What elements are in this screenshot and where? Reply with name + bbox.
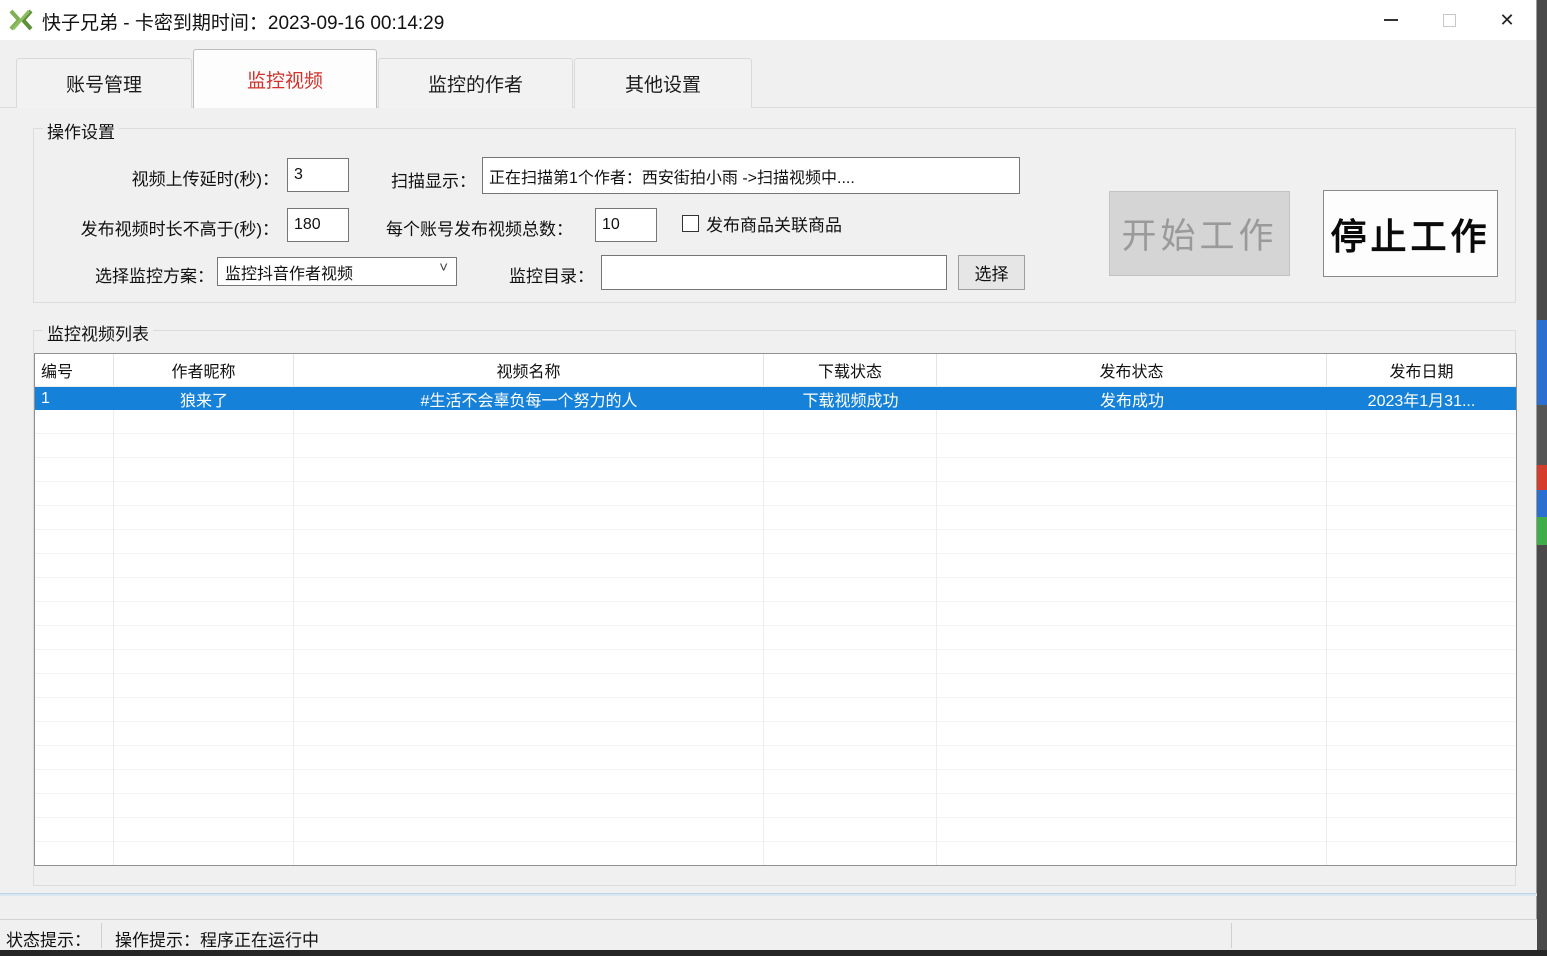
column-header-video-name[interactable]: 视频名称 [294, 354, 764, 386]
monitor-plan-selected: 监控抖音作者视频 [225, 260, 353, 284]
per-account-total-label: 每个账号发布视频总数： [386, 215, 573, 240]
grid-column [937, 410, 1327, 865]
cell-publish-date: 2023年1月31... [1327, 387, 1516, 410]
maximize-icon [1443, 14, 1456, 27]
grid-column [764, 410, 937, 865]
window-title: 快子兄弟 - 卡密到期时间：2023-09-16 00:14:29 [42, 8, 444, 35]
chevron-down-icon: ˅ [439, 259, 448, 276]
video-list-groupbox: 监控视频列表 编号 作者昵称 视频名称 下载状态 发布状态 发布日期 1 狼来了… [33, 330, 1516, 886]
grid-column [35, 410, 114, 865]
desktop-icon-sliver [1537, 517, 1547, 545]
link-product-checkbox-row[interactable]: 发布商品关联商品 [682, 211, 842, 236]
lower-divider [0, 893, 1537, 896]
checkbox-icon[interactable] [682, 215, 699, 232]
close-button[interactable]: ✕ [1478, 0, 1536, 40]
table-row[interactable]: 1 狼来了 #生活不会辜负每一个努力的人 下载视频成功 发布成功 2023年1月… [35, 387, 1516, 410]
upload-delay-input[interactable] [287, 158, 349, 192]
app-window: 快子兄弟 - 卡密到期时间：2023-09-16 00:14:29 ✕ 账号管理… [0, 0, 1537, 950]
status-hint-label: 状态提示： [6, 926, 91, 951]
minimize-icon [1384, 19, 1398, 21]
operation-hint-text: 操作提示：程序正在运行中 [115, 926, 319, 951]
max-duration-label: 发布视频时长不高于(秒)： [34, 215, 279, 240]
minimize-button[interactable] [1362, 0, 1420, 40]
monitor-dir-label: 监控目录： [509, 262, 594, 287]
cell-download-status: 下载视频成功 [764, 387, 937, 410]
stop-work-button[interactable]: 停止工作 [1323, 190, 1498, 277]
column-header-publish-date[interactable]: 发布日期 [1327, 354, 1516, 386]
grid-column [294, 410, 764, 865]
cell-id: 1 [35, 387, 114, 410]
desktop-icon-sliver [1537, 405, 1547, 465]
table-empty-area [35, 410, 1516, 865]
monitor-plan-select[interactable]: 监控抖音作者视频 ˅ [217, 257, 457, 286]
cell-publish-status: 发布成功 [937, 387, 1327, 410]
statusbar-divider [1231, 923, 1232, 948]
tab-monitor-video[interactable]: 监控视频 [193, 49, 377, 108]
column-header-author[interactable]: 作者昵称 [114, 354, 294, 386]
maximize-button[interactable] [1420, 0, 1478, 40]
desktop-icon-sliver [1537, 465, 1547, 490]
app-icon [9, 8, 33, 32]
desktop-edge-right [1537, 0, 1547, 950]
column-header-publish-status[interactable]: 发布状态 [937, 354, 1327, 386]
cell-author: 狼来了 [114, 387, 294, 410]
link-product-label: 发布商品关联商品 [706, 211, 842, 236]
desktop-icon-sliver [1537, 490, 1547, 517]
choose-dir-button[interactable]: 选择 [958, 255, 1025, 290]
monitor-dir-input[interactable] [601, 255, 947, 290]
close-icon: ✕ [1499, 11, 1514, 29]
tab-account-management[interactable]: 账号管理 [16, 58, 192, 108]
column-header-id[interactable]: 编号 [35, 354, 114, 386]
tab-other-settings[interactable]: 其他设置 [574, 58, 752, 108]
per-account-total-input[interactable] [595, 208, 657, 242]
statusbar-divider [101, 923, 102, 948]
titlebar: 快子兄弟 - 卡密到期时间：2023-09-16 00:14:29 ✕ [0, 0, 1536, 40]
grid-column [114, 410, 294, 865]
grid-column [1327, 410, 1516, 865]
video-table-header: 编号 作者昵称 视频名称 下载状态 发布状态 发布日期 [35, 354, 1516, 387]
max-duration-input[interactable] [287, 208, 349, 242]
settings-group-label: 操作设置 [43, 118, 119, 143]
scan-display-input[interactable] [482, 157, 1020, 194]
upload-delay-label: 视频上传延时(秒)： [34, 165, 279, 190]
desktop-icon-sliver [1537, 320, 1547, 405]
start-work-button[interactable]: 开始工作 [1109, 191, 1290, 276]
tab-monitored-authors[interactable]: 监控的作者 [378, 58, 573, 108]
tab-strip: 账号管理 监控视频 监控的作者 其他设置 [0, 49, 1536, 108]
statusbar: 状态提示： 操作提示：程序正在运行中 [0, 919, 1537, 950]
scan-display-label: 扫描显示： [391, 167, 476, 192]
monitor-plan-label: 选择监控方案： [34, 262, 214, 287]
column-header-download-status[interactable]: 下载状态 [764, 354, 937, 386]
settings-groupbox: 操作设置 视频上传延时(秒)： 扫描显示： 发布视频时长不高于(秒)： 每个账号… [33, 128, 1516, 303]
video-list-group-label: 监控视频列表 [43, 320, 153, 345]
cell-video-name: #生活不会辜负每一个努力的人 [294, 387, 764, 410]
video-table: 编号 作者昵称 视频名称 下载状态 发布状态 发布日期 1 狼来了 #生活不会辜… [34, 353, 1517, 866]
